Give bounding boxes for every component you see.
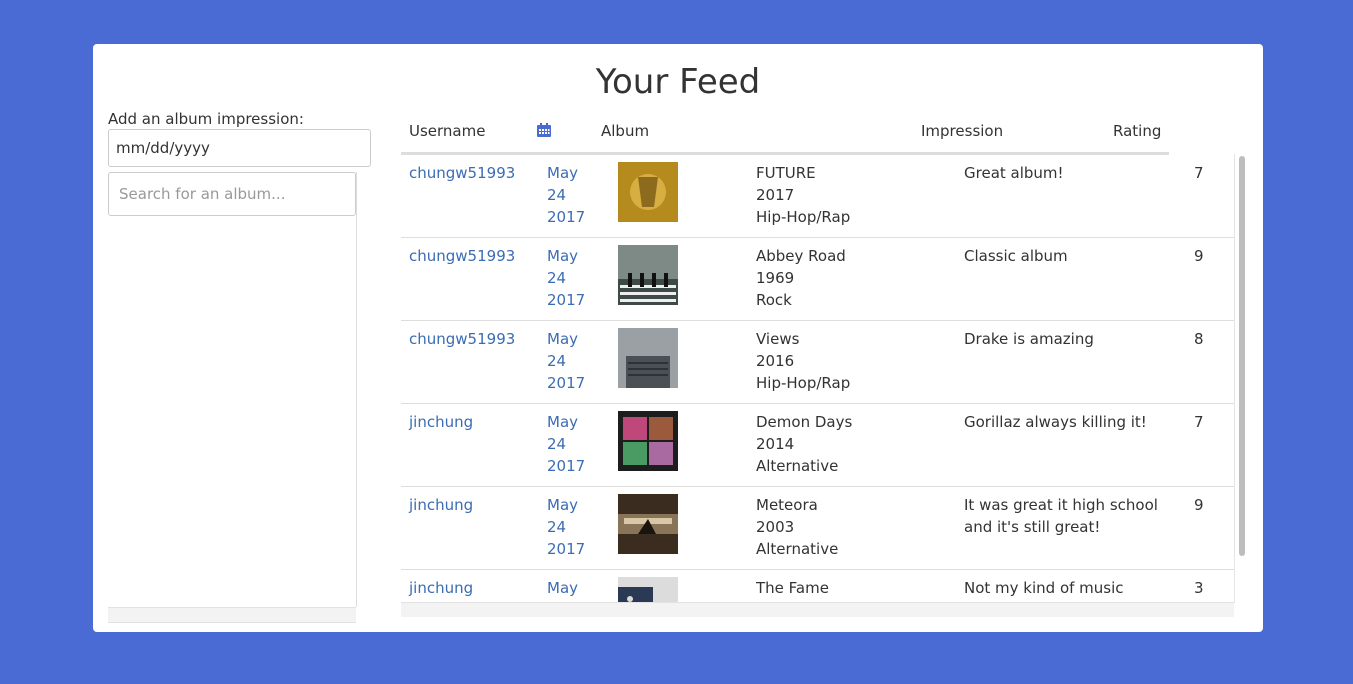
date-cell: May 24 2017 bbox=[547, 164, 586, 226]
header-rating[interactable]: Rating bbox=[1113, 122, 1161, 140]
album-name: The Fame bbox=[756, 579, 829, 597]
table-row: jinchung May 24 2017 Meteora 2003 Alternativ… bbox=[401, 486, 1234, 570]
scrollbar-thumb[interactable] bbox=[1239, 156, 1245, 556]
table-row: chungw51993 May 24 2017 Views 2016 Hip-Hop/R… bbox=[401, 320, 1234, 404]
album-search-input[interactable] bbox=[108, 172, 356, 216]
album-info: Abbey Road 1969 Rock bbox=[756, 245, 846, 311]
rating-value: 9 bbox=[1194, 496, 1204, 514]
rating-value: 9 bbox=[1194, 247, 1204, 265]
album-name: Views bbox=[756, 330, 800, 348]
album-cover bbox=[618, 328, 678, 388]
header-impression[interactable]: Impression bbox=[921, 122, 1003, 140]
album-name: FUTURE bbox=[756, 164, 816, 182]
album-name: Meteora bbox=[756, 496, 818, 514]
feed-table-body: chungw51993 May 24 2017 FUTURE 2017 Hip-Hop/… bbox=[401, 154, 1235, 603]
impression-text: Classic album bbox=[964, 247, 1068, 265]
rating-value: 7 bbox=[1194, 164, 1204, 182]
impression-text: Not my kind of music bbox=[964, 579, 1124, 597]
date-cell: May 24 2017 bbox=[547, 496, 586, 558]
header-username[interactable]: Username bbox=[409, 122, 485, 140]
left-panel-scrollbar[interactable] bbox=[108, 607, 356, 623]
album-info: FUTURE 2017 Hip-Hop/Rap bbox=[756, 162, 850, 228]
album-name: Demon Days bbox=[756, 413, 853, 431]
album-year: 2017 bbox=[756, 186, 795, 204]
username-link[interactable]: chungw51993 bbox=[409, 162, 515, 184]
album-year: 2016 bbox=[756, 352, 795, 370]
album-cover bbox=[618, 494, 678, 554]
album-info: The Fame bbox=[756, 577, 829, 599]
album-cover bbox=[618, 162, 678, 222]
table-row: chungw51993 May 24 2017 Abbey Road 1969 Rock… bbox=[401, 237, 1234, 321]
album-genre: Alternative bbox=[756, 540, 839, 558]
table-header: Username Album Impression Rating bbox=[401, 116, 1169, 155]
album-genre: Hip-Hop/Rap bbox=[756, 374, 851, 392]
album-year: 1969 bbox=[756, 269, 795, 287]
album-info: Meteora 2003 Alternative bbox=[756, 494, 838, 560]
impression-text: Drake is amazing bbox=[964, 330, 1094, 348]
impression-text: It was great it high school and it's sti… bbox=[964, 496, 1158, 536]
album-year: 2003 bbox=[756, 518, 795, 536]
username-link[interactable]: chungw51993 bbox=[409, 328, 515, 350]
page-title: Your Feed bbox=[595, 62, 761, 102]
album-name: Abbey Road bbox=[756, 247, 846, 265]
impression-text: Gorillaz always killing it! bbox=[964, 413, 1147, 431]
table-scrollbar[interactable] bbox=[1237, 154, 1247, 602]
feed-card: Your Feed Add an album impression: mm/dd… bbox=[93, 44, 1263, 632]
album-genre: Rock bbox=[756, 291, 792, 309]
album-info: Views 2016 Hip-Hop/Rap bbox=[756, 328, 850, 394]
header-album[interactable]: Album bbox=[601, 122, 649, 140]
album-cover bbox=[618, 245, 678, 305]
table-row: jinchung May 24 2017 Demon Days 2014 Alterna… bbox=[401, 403, 1234, 487]
album-genre: Hip-Hop/Rap bbox=[756, 208, 851, 226]
album-search-panel bbox=[108, 172, 357, 607]
date-cell: May 24 2017 bbox=[547, 413, 586, 475]
rating-value: 3 bbox=[1194, 579, 1204, 597]
impression-text: Great album! bbox=[964, 164, 1064, 182]
album-cover bbox=[618, 411, 678, 471]
album-year: 2014 bbox=[756, 435, 795, 453]
username-link[interactable]: chungw51993 bbox=[409, 245, 515, 267]
rating-value: 7 bbox=[1194, 413, 1204, 431]
username-link[interactable]: jinchung bbox=[409, 494, 473, 516]
rating-value: 8 bbox=[1194, 330, 1204, 348]
album-cover bbox=[618, 577, 678, 602]
table-row: chungw51993 May 24 2017 FUTURE 2017 Hip-Hop/… bbox=[401, 154, 1234, 238]
date-cell: May 24 2017 bbox=[547, 247, 586, 309]
username-link[interactable]: jinchung bbox=[409, 411, 473, 433]
date-cell: May bbox=[547, 579, 579, 597]
album-info: Demon Days 2014 Alternative bbox=[756, 411, 852, 477]
table-horizontal-scrollbar[interactable] bbox=[401, 602, 1234, 617]
calendar-icon[interactable] bbox=[536, 122, 552, 138]
add-impression-label: Add an album impression: bbox=[108, 110, 304, 128]
album-genre: Alternative bbox=[756, 457, 839, 475]
username-link[interactable]: jinchung bbox=[409, 577, 473, 599]
date-input[interactable]: mm/dd/yyyy bbox=[108, 129, 371, 167]
table-row: jinchung May The Fame Not my kind of mus… bbox=[401, 569, 1234, 602]
date-cell: May 24 2017 bbox=[547, 330, 586, 392]
